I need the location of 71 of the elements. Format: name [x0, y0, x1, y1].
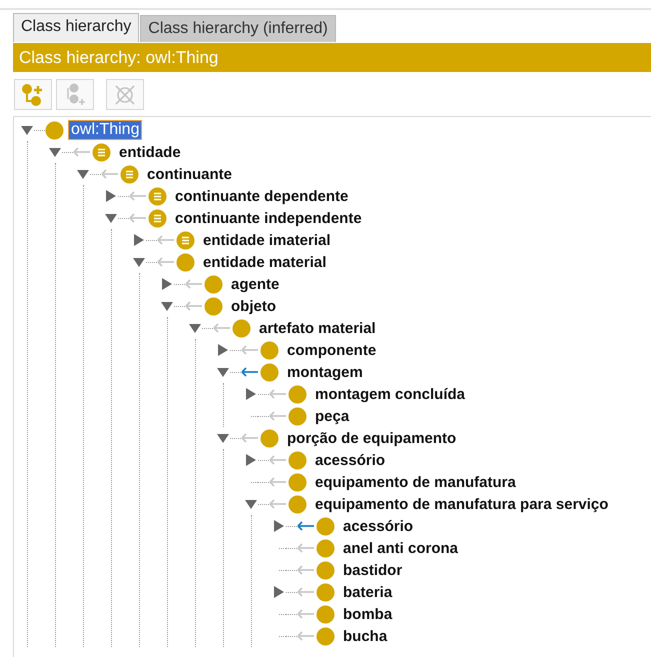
collapsed-triangle-icon[interactable]: [244, 453, 258, 467]
circle-icon: [45, 120, 64, 140]
expanded-triangle-icon[interactable]: [48, 145, 62, 159]
collapsed-triangle-icon[interactable]: [216, 343, 230, 357]
expanded-triangle-icon[interactable]: [76, 167, 90, 181]
class-label[interactable]: entidade imaterial: [201, 232, 333, 248]
class-label[interactable]: continuante dependente: [173, 188, 350, 204]
class-label[interactable]: bucha: [341, 628, 390, 644]
class-label[interactable]: anel anti corona: [341, 540, 460, 556]
circle-icon: [288, 384, 307, 404]
lined-circle-icon: [92, 142, 111, 162]
class-label[interactable]: montagem: [285, 364, 365, 380]
expanded-triangle-icon[interactable]: [160, 299, 174, 313]
class-label[interactable]: componente: [285, 342, 378, 358]
lined-circle-icon: [148, 208, 167, 228]
class-label[interactable]: equipamento de manufatura para serviço: [313, 496, 610, 512]
lined-circle-icon: [176, 230, 195, 250]
class-label[interactable]: entidade: [117, 144, 183, 160]
class-label[interactable]: porção de equipamento: [285, 430, 458, 446]
circle-icon: [204, 274, 223, 294]
class-label[interactable]: artefato material: [257, 320, 378, 336]
expanded-triangle-icon[interactable]: [188, 321, 202, 335]
class-label[interactable]: continuante independente: [173, 210, 364, 226]
circle-icon: [316, 516, 335, 536]
expanded-triangle-icon[interactable]: [216, 431, 230, 445]
circle-icon: [316, 582, 335, 602]
circle-icon: [260, 362, 279, 382]
circle-icon: [176, 252, 195, 272]
expanded-triangle-icon[interactable]: [104, 211, 118, 225]
collapsed-triangle-icon[interactable]: [104, 189, 118, 203]
circle-icon: [260, 428, 279, 448]
circle-icon: [288, 494, 307, 514]
expanded-triangle-icon[interactable]: [20, 123, 34, 137]
class-label[interactable]: peça: [313, 408, 352, 424]
collapsed-triangle-icon[interactable]: [244, 387, 258, 401]
expanded-triangle-icon[interactable]: [132, 255, 146, 269]
class-label[interactable]: continuante: [145, 166, 234, 182]
collapsed-triangle-icon[interactable]: [272, 519, 286, 533]
collapsed-triangle-icon[interactable]: [160, 277, 174, 291]
delete-icon: [113, 82, 137, 106]
lined-circle-icon: [148, 186, 167, 206]
class-label[interactable]: acessório: [341, 518, 416, 534]
class-label[interactable]: montagem concluída: [313, 386, 468, 402]
class-label[interactable]: owl:Thing: [68, 120, 142, 140]
expanded-triangle-icon[interactable]: [244, 497, 258, 511]
lined-circle-icon: [120, 164, 139, 184]
circle-icon: [232, 318, 251, 338]
panel-header: Class hierarchy: owl:Thing: [13, 43, 651, 72]
class-label[interactable]: entidade material: [201, 254, 328, 270]
circle-icon: [316, 538, 335, 558]
circle-icon: [316, 604, 335, 624]
circle-icon: [204, 296, 223, 316]
add-subclass-icon: [21, 82, 45, 106]
class-label[interactable]: bastidor: [341, 562, 404, 578]
expanded-triangle-icon[interactable]: [216, 365, 230, 379]
tab[interactable]: Class hierarchy: [13, 13, 140, 42]
class-label[interactable]: agente: [229, 276, 282, 292]
class-label[interactable]: objeto: [229, 298, 278, 314]
class-label[interactable]: equipamento de manufatura: [313, 474, 518, 490]
collapsed-triangle-icon[interactable]: [132, 233, 146, 247]
circle-icon: [288, 472, 307, 492]
circle-icon: [260, 340, 279, 360]
class-label[interactable]: acessório: [313, 452, 388, 468]
class-label[interactable]: bateria: [341, 584, 394, 600]
circle-icon: [288, 406, 307, 426]
circle-icon: [316, 560, 335, 580]
circle-icon: [316, 626, 335, 646]
circle-icon: [288, 450, 307, 470]
collapsed-triangle-icon[interactable]: [272, 585, 286, 599]
tab[interactable]: Class hierarchy (inferred): [140, 15, 336, 42]
class-label[interactable]: bomba: [341, 606, 394, 622]
